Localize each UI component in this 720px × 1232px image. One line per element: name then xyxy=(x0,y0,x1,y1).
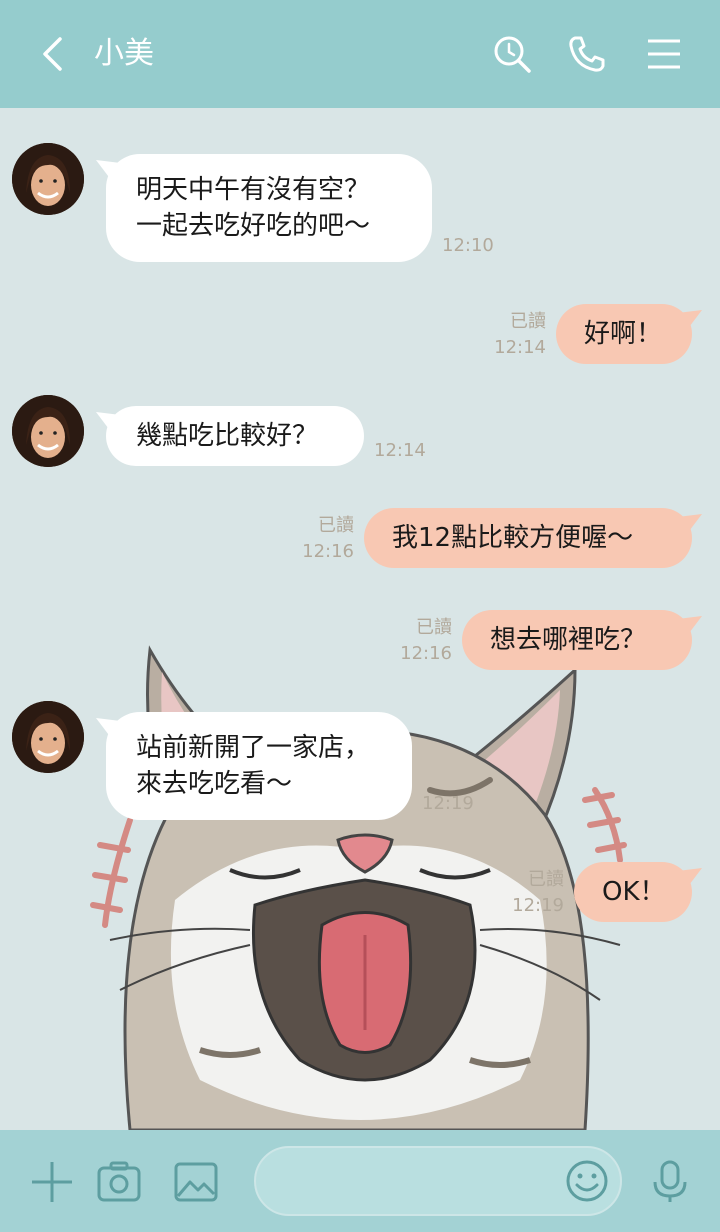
back-arrow-icon[interactable] xyxy=(34,34,74,74)
composer-bar xyxy=(0,1130,720,1232)
message-meta: 已讀 12:19 xyxy=(504,867,564,919)
chat-header: 小美 xyxy=(0,0,720,108)
message-bubble-outgoing[interactable]: 想去哪裡吃？ xyxy=(462,610,692,670)
read-receipt: 已讀 xyxy=(528,869,564,890)
friend-avatar[interactable] xyxy=(12,701,84,773)
message-meta: 已讀 12:14 xyxy=(486,309,546,361)
message-meta: 12:10 xyxy=(442,233,502,259)
message-meta: 已讀 12:16 xyxy=(392,615,452,667)
message-meta: 12:19 xyxy=(422,791,482,817)
plus-icon[interactable] xyxy=(30,1160,74,1204)
friend-avatar[interactable] xyxy=(12,395,84,467)
message-text: 我12點比較方便喔～ xyxy=(392,523,634,553)
menu-icon[interactable] xyxy=(644,34,684,74)
message-meta: 12:14 xyxy=(374,438,434,464)
message-time: 12:16 xyxy=(302,541,354,562)
microphone-icon[interactable] xyxy=(648,1160,692,1204)
message-text: 明天中午有沒有空？ xyxy=(136,175,371,205)
message-bubble-incoming[interactable]: 明天中午有沒有空？ 一起去吃好吃的吧～ xyxy=(106,154,432,262)
friend-avatar[interactable] xyxy=(12,143,84,215)
emoji-icon[interactable] xyxy=(565,1159,609,1203)
read-receipt: 已讀 xyxy=(318,515,354,536)
avatar-portrait xyxy=(12,143,84,215)
image-icon[interactable] xyxy=(174,1160,218,1204)
message-time: 12:16 xyxy=(400,643,452,664)
camera-icon[interactable] xyxy=(97,1160,141,1204)
search-icon[interactable] xyxy=(492,34,532,74)
read-receipt: 已讀 xyxy=(510,311,546,332)
message-text: 站前新開了一家店， xyxy=(136,733,371,763)
message-time: 12:19 xyxy=(422,793,474,814)
message-meta: 已讀 12:16 xyxy=(294,513,354,565)
avatar-portrait xyxy=(12,701,84,773)
message-bubble-outgoing[interactable]: 好啊！ xyxy=(556,304,692,364)
message-text: OK！ xyxy=(602,877,666,907)
phone-icon[interactable] xyxy=(567,34,607,74)
message-time: 12:14 xyxy=(494,337,546,358)
message-bubble-incoming[interactable]: 幾點吃比較好？ xyxy=(106,406,364,466)
message-bubble-incoming[interactable]: 站前新開了一家店， 來去吃吃看～ xyxy=(106,712,412,820)
message-time: 12:10 xyxy=(442,235,494,256)
message-time: 12:19 xyxy=(512,895,564,916)
message-text: 想去哪裡吃？ xyxy=(490,625,647,655)
message-text: 好啊！ xyxy=(584,319,663,349)
message-bubble-outgoing[interactable]: OK！ xyxy=(574,862,692,922)
message-bubble-outgoing[interactable]: 我12點比較方便喔～ xyxy=(364,508,692,568)
chat-title: 小美 xyxy=(94,36,154,71)
message-text: 一起去吃好吃的吧～ xyxy=(136,211,371,241)
read-receipt: 已讀 xyxy=(416,617,452,638)
message-time: 12:14 xyxy=(374,440,426,461)
avatar-portrait xyxy=(12,395,84,467)
message-text: 幾點吃比較好？ xyxy=(136,421,319,451)
message-text: 來去吃吃看～ xyxy=(136,769,293,799)
